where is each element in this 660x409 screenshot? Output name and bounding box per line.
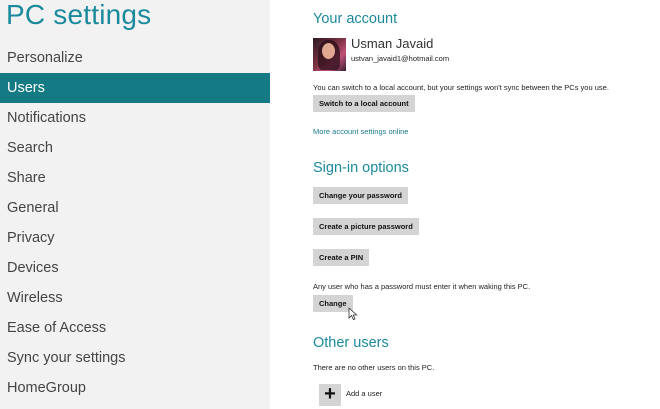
more-account-settings-link[interactable]: More account settings online: [313, 127, 408, 136]
nav-item-ease-of-access[interactable]: Ease of Access: [0, 313, 270, 343]
add-user-label[interactable]: Add a user: [346, 389, 382, 398]
nav-item-personalize[interactable]: Personalize: [0, 43, 270, 73]
add-user-plus-icon[interactable]: +: [319, 384, 341, 406]
mouse-pointer-icon: [348, 307, 358, 321]
avatar-face: [322, 43, 335, 59]
waking-password-note: Any user who has a password must enter i…: [313, 282, 531, 291]
picture-password-button[interactable]: Create a picture password: [313, 218, 419, 235]
nav-item-devices[interactable]: Devices: [0, 253, 270, 283]
nav-item-sync-settings[interactable]: Sync your settings: [0, 343, 270, 373]
settings-sidebar: PC settings Personalize Users Notificati…: [0, 0, 270, 409]
nav-item-homegroup[interactable]: HomeGroup: [0, 373, 270, 403]
nav-item-notifications[interactable]: Notifications: [0, 103, 270, 133]
switch-account-note: You can switch to a local account, but y…: [313, 83, 609, 92]
nav-item-wireless[interactable]: Wireless: [0, 283, 270, 313]
nav-item-privacy[interactable]: Privacy: [0, 223, 270, 253]
switch-local-account-button[interactable]: Switch to a local account: [313, 95, 415, 112]
your-account-heading: Your account: [313, 11, 398, 27]
nav-item-search[interactable]: Search: [0, 133, 270, 163]
no-other-users-note: There are no other users on this PC.: [313, 363, 435, 372]
user-avatar: [313, 38, 346, 71]
user-name: Usman Javaid: [351, 36, 434, 51]
other-users-heading: Other users: [313, 335, 389, 351]
user-email: ustvan_javaid1@hotmail.com: [351, 54, 450, 63]
create-pin-button[interactable]: Create a PIN: [313, 249, 370, 266]
nav-item-users[interactable]: Users: [0, 73, 270, 103]
change-password-button[interactable]: Change your password: [313, 187, 408, 204]
page-title: PC settings: [6, 0, 152, 30]
change-button[interactable]: Change: [313, 295, 353, 312]
nav-item-general[interactable]: General: [0, 193, 270, 223]
settings-nav: Personalize Users Notifications Search S…: [0, 43, 270, 403]
nav-item-share[interactable]: Share: [0, 163, 270, 193]
sign-in-options-heading: Sign-in options: [313, 160, 409, 176]
